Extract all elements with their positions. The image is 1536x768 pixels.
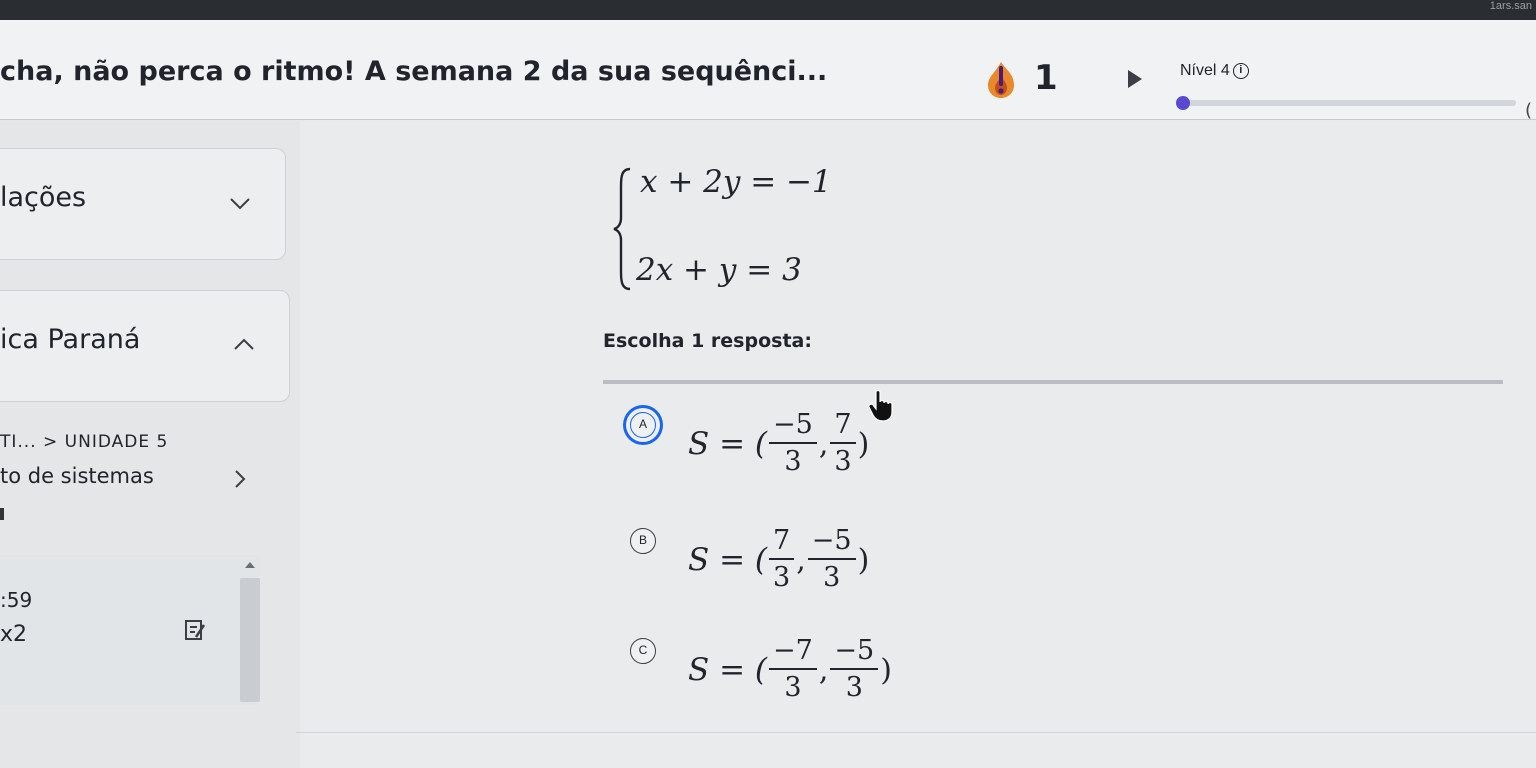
scrollbar-thumb[interactable] [240, 578, 260, 702]
fraction-y: −5 3 [807, 524, 856, 596]
numerator: −5 [830, 634, 879, 670]
choice-b[interactable]: B S = ( 7 3 , −5 3 ) [610, 512, 1210, 612]
page-title: cha, não perca o ritmo! A semana 2 da su… [0, 56, 828, 87]
expr-suffix: ) [857, 542, 870, 578]
denominator: 3 [845, 672, 863, 703]
expr-prefix: S = ( [688, 542, 768, 578]
choice-expression: S = ( −5 3 , 7 3 ) [688, 408, 869, 480]
numerator: 7 [830, 408, 856, 444]
choice-c[interactable]: C S = ( −7 3 , −5 3 ) [610, 622, 1210, 722]
numerator: −5 [807, 524, 856, 560]
multiplier-stat: x2 [0, 622, 28, 647]
streak-flame-icon[interactable] [984, 60, 1018, 100]
fraction-y: 7 3 [830, 408, 856, 480]
edge-glyph: ( [1525, 100, 1533, 121]
comma: , [818, 426, 829, 462]
fraction-x: −7 3 [769, 634, 817, 706]
play-icon[interactable] [1128, 70, 1142, 88]
level-progress-bar [1180, 100, 1516, 106]
choice-letter-b[interactable]: B [630, 528, 656, 554]
equation-1: x + 2y = −1 [640, 164, 832, 200]
system-brace [613, 167, 631, 291]
header: cha, não perca o ritmo! A semana 2 da su… [0, 20, 1536, 121]
unit-link[interactable]: to de sistemas [0, 464, 154, 488]
fraction-y: −5 3 [830, 634, 879, 706]
marker-bar [0, 508, 4, 520]
expr-prefix: S = ( [688, 426, 768, 462]
task-panel [0, 555, 260, 705]
numerator: −7 [769, 634, 817, 670]
level-text: Nível 4 [1180, 62, 1230, 79]
chevron-up-icon[interactable] [232, 336, 256, 352]
denominator: 3 [823, 562, 841, 593]
choice-letter-c[interactable]: C [630, 638, 656, 664]
fraction-x: −5 3 [769, 408, 817, 480]
streak-count: 1 [1034, 58, 1058, 98]
scroll-up-icon[interactable] [244, 560, 256, 570]
denominator: 3 [834, 446, 852, 477]
equation-2: 2x + y = 3 [636, 252, 802, 288]
comma: , [796, 542, 806, 578]
answer-prompt: Escolha 1 resposta: [603, 330, 812, 352]
choice-expression: S = ( −7 3 , −5 3 ) [688, 634, 892, 706]
denominator: 3 [784, 446, 802, 477]
clock: 1ars.san [1489, 0, 1532, 12]
expr-suffix: ) [857, 426, 870, 462]
breadcrumb[interactable]: TI... > UNIDADE 5 [0, 432, 168, 452]
choice-a[interactable]: A S = ( −5 3 , 7 3 ) [610, 392, 1210, 492]
expr-suffix: ) [880, 652, 892, 688]
system-bar: 1ars.san [0, 0, 1536, 20]
choice-letter-a[interactable]: A [630, 412, 656, 438]
choice-expression: S = ( 7 3 , −5 3 ) [688, 524, 869, 596]
denominator: 3 [773, 562, 791, 593]
sidebar-card-title: ica Paraná [0, 324, 141, 355]
denominator: 3 [784, 672, 802, 703]
divider-bottom [296, 732, 1536, 733]
hand-cursor-icon [868, 390, 893, 422]
time-stat: :59 [0, 588, 33, 612]
chevron-right-icon[interactable] [232, 468, 248, 490]
comma: , [818, 652, 829, 688]
expr-prefix: S = ( [688, 652, 768, 688]
sidebar-card-title: lações [0, 182, 87, 213]
chevron-down-icon[interactable] [228, 196, 252, 212]
numerator: −5 [769, 408, 817, 444]
level-label: Nível 4i [1180, 62, 1249, 80]
info-icon[interactable]: i [1232, 62, 1249, 79]
numerator: 7 [769, 524, 795, 560]
level-progress-marker [1176, 96, 1190, 110]
edit-icon[interactable] [184, 618, 206, 642]
divider [603, 380, 1503, 384]
fraction-x: 7 3 [769, 524, 795, 596]
